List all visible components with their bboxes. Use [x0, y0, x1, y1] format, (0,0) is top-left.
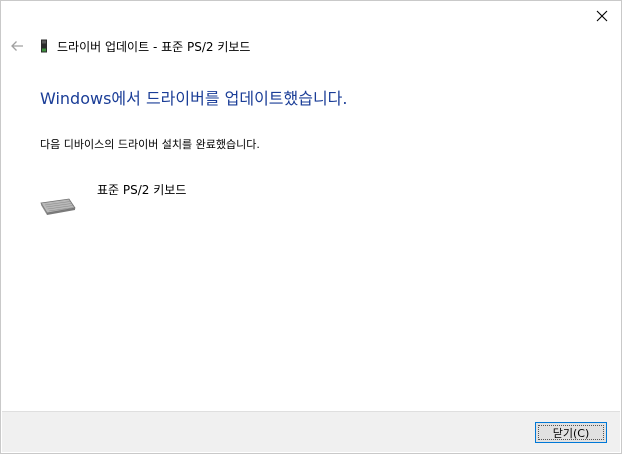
window-close-button[interactable]: [591, 5, 613, 27]
close-dialog-button[interactable]: 닫기(C): [535, 422, 607, 443]
device-icon: [39, 38, 49, 54]
back-arrow-icon: [11, 41, 23, 51]
close-icon: [596, 10, 608, 22]
nav-bar: 드라이버 업데이트 - 표준 PS/2 키보드: [9, 36, 250, 56]
back-button[interactable]: [9, 38, 25, 54]
page-headline: Windows에서 드라이버를 업데이트했습니다.: [40, 89, 348, 108]
device-entry: 표준 PS/2 키보드: [39, 179, 186, 215]
nav-title: 드라이버 업데이트 - 표준 PS/2 키보드: [57, 39, 251, 54]
driver-update-window: 드라이버 업데이트 - 표준 PS/2 키보드 Windows에서 드라이버를 …: [0, 0, 622, 454]
status-message: 다음 디바이스의 드라이버 설치를 완료했습니다.: [40, 138, 260, 151]
keyboard-icon: [40, 198, 76, 215]
footer-bar: 닫기(C): [2, 411, 620, 452]
device-name: 표준 PS/2 키보드: [97, 183, 187, 197]
